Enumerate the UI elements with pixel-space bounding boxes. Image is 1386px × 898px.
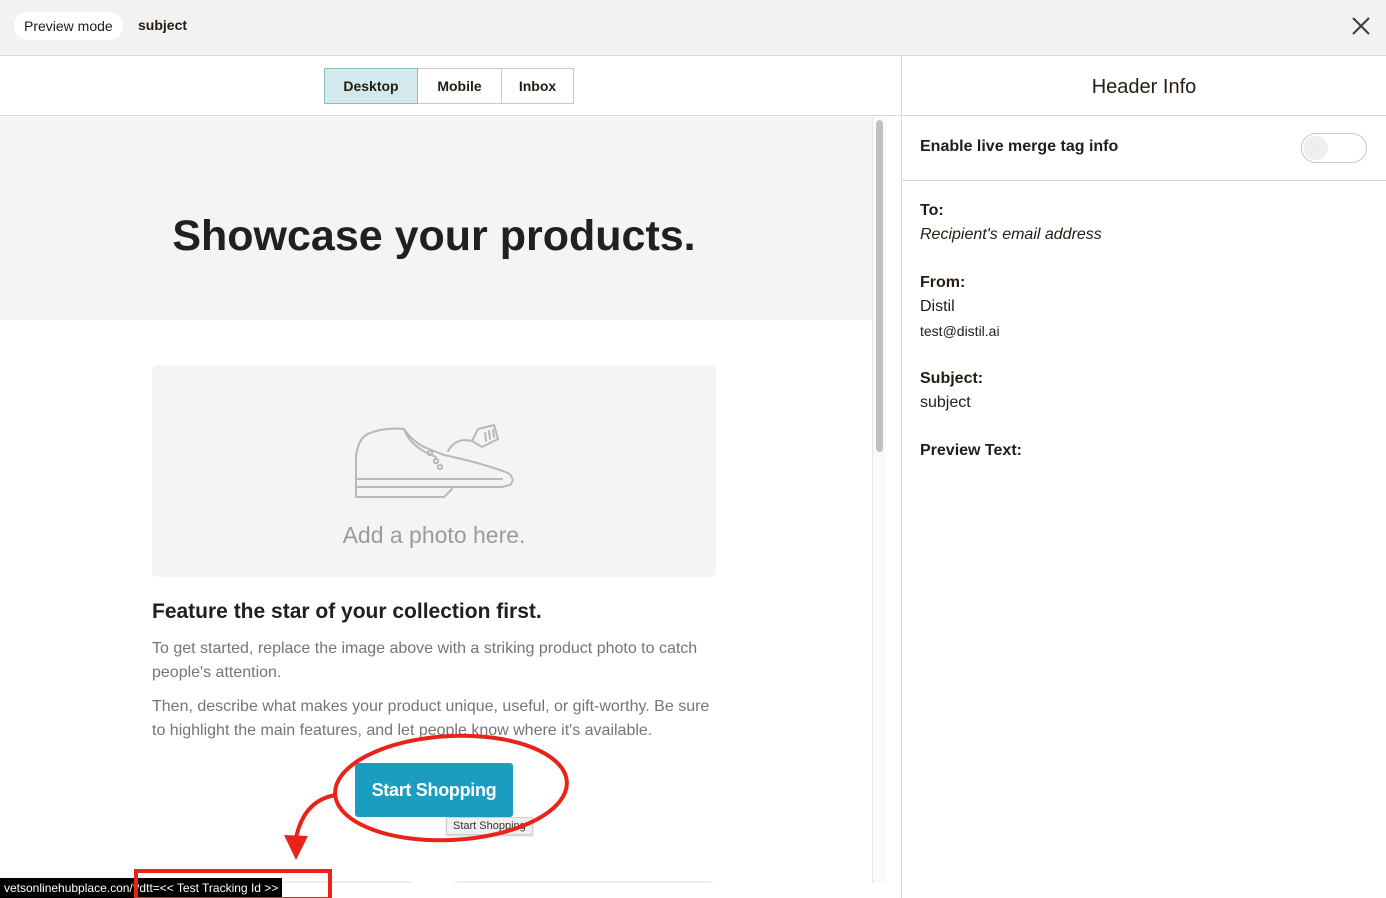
email-preview-pane: Desktop Mobile Inbox Showcase your produ…: [0, 56, 901, 898]
merge-tag-toggle[interactable]: [1301, 133, 1367, 163]
header-info-title: Header Info: [902, 56, 1386, 116]
feature-title: Feature the star of your collection firs…: [152, 600, 542, 623]
tab-desktop[interactable]: Desktop: [324, 68, 418, 104]
body-paragraph-1: To get started, replace the image above …: [152, 640, 698, 681]
merge-tag-toggle-row: Enable live merge tag info: [902, 116, 1386, 181]
from-email: test@distil.ai: [920, 323, 1000, 339]
body-paragraph-2: Then, describe what makes your product u…: [152, 698, 710, 739]
scrollbar-thumb[interactable]: [876, 120, 883, 452]
header-info-pane: Header Info Enable live merge tag info T…: [901, 56, 1386, 898]
hero-title: Showcase your products.: [172, 212, 696, 260]
email-preview: Showcase your products. Add a photo here…: [0, 117, 872, 883]
start-shopping-button[interactable]: Start Shopping: [355, 763, 513, 817]
merge-tag-toggle-label: Enable live merge tag info: [920, 138, 1119, 155]
to-value: Recipient's email address: [920, 226, 1102, 243]
subject-field-label: Subject:: [920, 370, 984, 387]
device-tabs: Desktop Mobile Inbox: [324, 68, 574, 104]
preview-text-label: Preview Text:: [920, 442, 1022, 459]
shoe-icon: [355, 424, 514, 498]
photo-placeholder: Add a photo here.: [152, 365, 716, 577]
photo-placeholder-text: Add a photo here.: [342, 522, 526, 548]
preview-scrollbar[interactable]: [872, 117, 886, 883]
next-card-right: [452, 881, 716, 883]
subject-label: subject: [138, 17, 188, 33]
preview-mode-pill: Preview mode: [14, 12, 123, 40]
status-bar-url: vetsonlinehubplace.con/?dtt=<< Test Trac…: [0, 878, 283, 898]
hero-section: Showcase your products.: [0, 117, 872, 320]
subject-field-value: subject: [920, 394, 971, 411]
device-tabs-row: Desktop Mobile Inbox: [0, 56, 901, 116]
from-name: Distil: [920, 298, 955, 315]
tab-mobile[interactable]: Mobile: [417, 68, 502, 104]
close-icon: [1352, 17, 1370, 35]
preview-topbar: Preview mode subject: [0, 0, 1386, 56]
to-label: To:: [920, 202, 944, 219]
from-label: From:: [920, 274, 966, 291]
toggle-knob: [1304, 136, 1328, 160]
button-tooltip: Start Shopping: [446, 817, 533, 835]
close-button[interactable]: [1348, 13, 1374, 39]
tab-inbox[interactable]: Inbox: [501, 68, 574, 104]
